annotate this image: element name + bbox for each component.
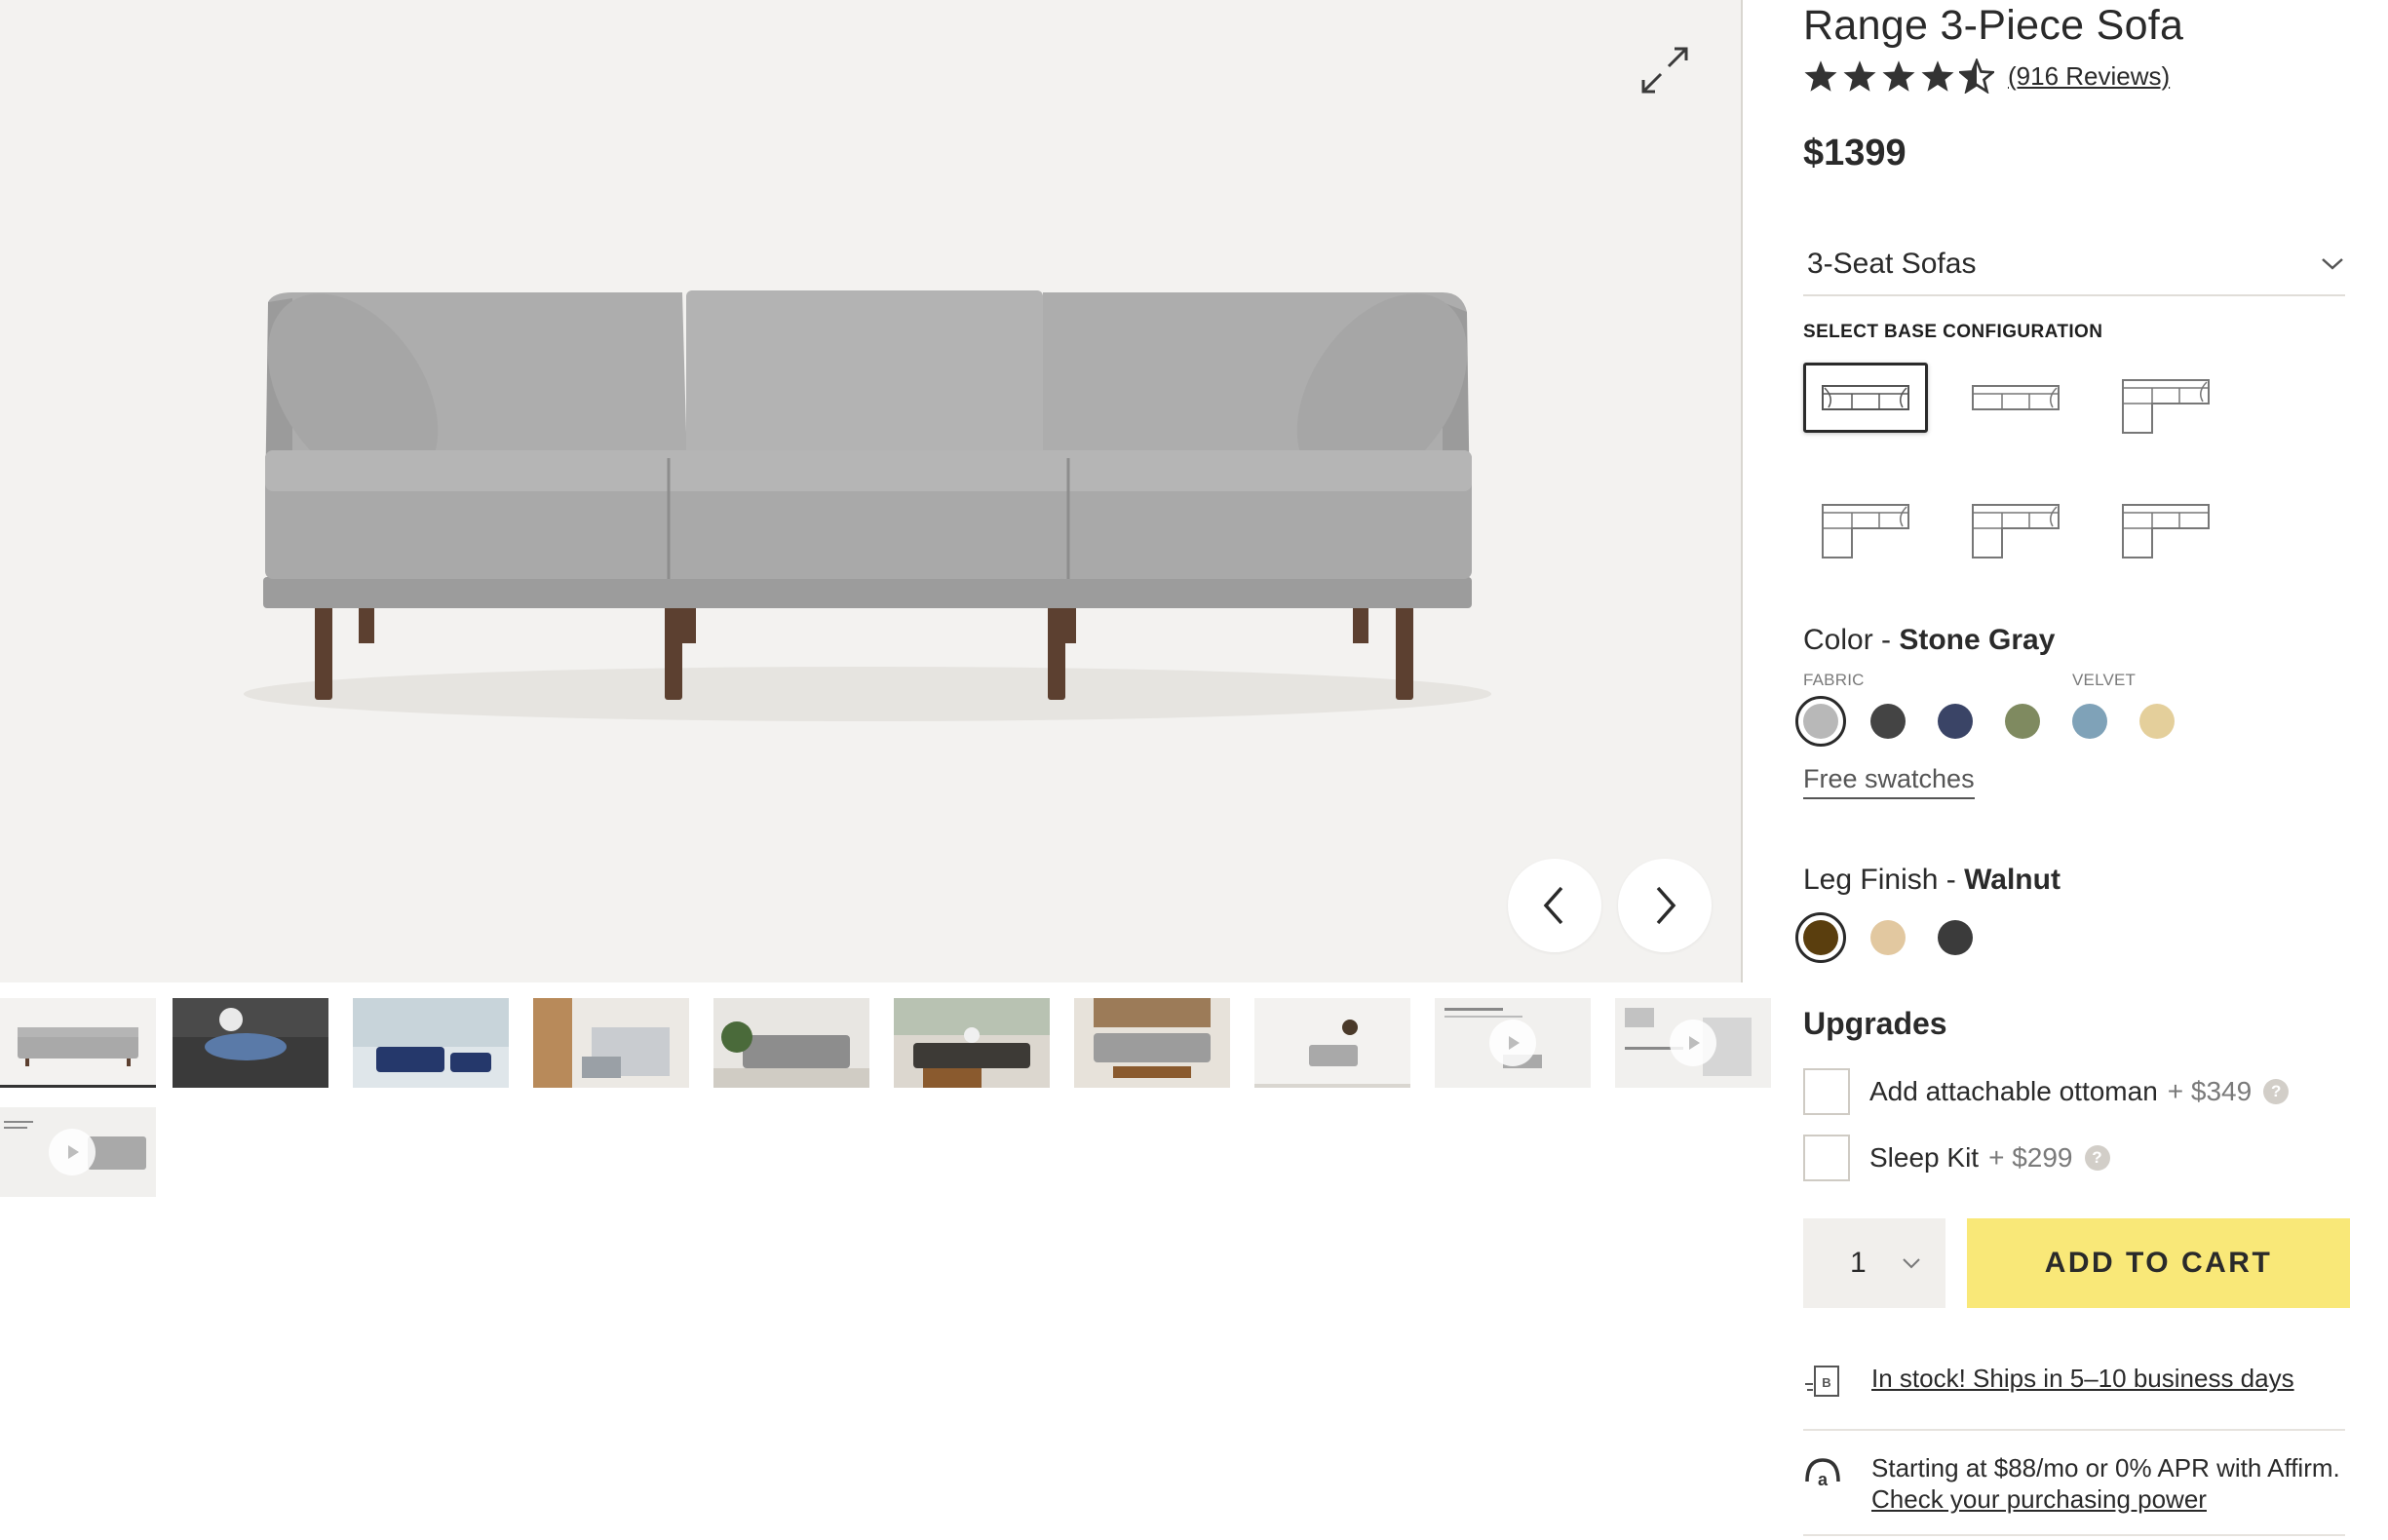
fabric-label: FABRIC: [1803, 671, 1865, 689]
thumbnail-5[interactable]: [713, 998, 869, 1088]
financing-info: a Starting at $88/mo or 0% APR with Affi…: [1803, 1452, 2345, 1515]
leg-swatch-oak[interactable]: [1870, 920, 1906, 955]
leg-finish-label-prefix: Leg Finish -: [1803, 864, 1965, 896]
star-half-icon: [1959, 58, 1994, 94]
chevron-left-icon: [1543, 886, 1563, 925]
star-icon: [1882, 60, 1915, 92]
thumbnail-4[interactable]: [533, 998, 689, 1088]
ottoman-checkbox[interactable]: [1803, 1068, 1850, 1115]
thumbnail-2[interactable]: [173, 998, 328, 1088]
gallery-divider: [1741, 0, 1743, 982]
sectional-config-icon: [1822, 504, 1909, 558]
purchasing-power-link[interactable]: Check your purchasing power: [1871, 1483, 2340, 1515]
config-option-sectional-1[interactable]: [2103, 363, 2228, 450]
shipping-info: B In stock! Ships in 5–10 business days: [1803, 1363, 2345, 1406]
thumbnail-1[interactable]: [0, 998, 156, 1088]
divider: [1803, 1429, 2345, 1431]
upgrade-name: Sleep Kit: [1869, 1142, 1980, 1173]
previous-image-button[interactable]: [1508, 859, 1601, 952]
play-icon: [1670, 1020, 1716, 1066]
upgrades-title: Upgrades: [1803, 1006, 1947, 1041]
product-title: Range 3-Piece Sofa: [1803, 2, 2184, 49]
config-option-sectional-3[interactable]: [1953, 487, 2078, 575]
shipping-link[interactable]: In stock! Ships in 5–10 business days: [1871, 1363, 2294, 1406]
thumbnail-8[interactable]: [1254, 998, 1410, 1088]
star-icon: [1843, 60, 1876, 92]
chevron-right-icon: [1656, 886, 1676, 925]
product-rating: (916 Reviews): [1803, 55, 2170, 97]
reviews-link[interactable]: (916 Reviews): [2008, 61, 2170, 92]
affirm-icon: a: [1803, 1452, 1846, 1515]
financing-text-block: Starting at $88/mo or 0% APR with Affirm…: [1871, 1452, 2340, 1515]
thumbnail-6[interactable]: [894, 998, 1050, 1088]
color-swatch-stone-gray[interactable]: [1795, 696, 1846, 747]
thumbnail-3[interactable]: [353, 998, 509, 1088]
quantity-select[interactable]: 1: [1803, 1218, 1945, 1308]
product-hero-image[interactable]: [0, 0, 1741, 982]
sectional-config-icon: [1972, 504, 2060, 558]
color-swatch-velvet-sand[interactable]: [2139, 704, 2175, 739]
star-icon: [1921, 60, 1954, 92]
star-icon: [1804, 60, 1837, 92]
add-to-cart-button[interactable]: ADD TO CART: [1967, 1218, 2350, 1308]
financing-text: Starting at $88/mo or 0% APR with Affirm…: [1871, 1453, 2340, 1482]
thumbnail-video-1[interactable]: [1435, 998, 1591, 1088]
upgrade-sleep-kit: Sleep Kit + $299 ?: [1803, 1135, 2110, 1181]
leg-finish-value: Walnut: [1964, 864, 2061, 896]
color-label-prefix: Color -: [1803, 624, 1900, 656]
color-label: Color - Stone Gray: [1803, 624, 2055, 657]
base-configuration-label: SELECT BASE CONFIGURATION: [1803, 322, 2103, 342]
help-icon[interactable]: ?: [2263, 1079, 2290, 1104]
upgrade-price: + $349: [2167, 1076, 2253, 1106]
chevron-down-icon: [1903, 1258, 1920, 1269]
sectional-config-icon: [2122, 504, 2210, 558]
leg-finish-label: Leg Finish - Walnut: [1803, 864, 2061, 897]
thumbnail-7[interactable]: [1074, 998, 1230, 1088]
chevron-down-icon: [2322, 258, 2343, 270]
shipping-box-icon: B: [1803, 1363, 1846, 1406]
sleep-kit-checkbox[interactable]: [1803, 1135, 1850, 1181]
upgrade-name: Add attachable ottoman: [1869, 1076, 2158, 1106]
color-swatch-olive[interactable]: [2005, 704, 2040, 739]
svg-text:a: a: [1818, 1470, 1829, 1489]
sectional-config-icon: [2122, 379, 2210, 434]
config-option-sofa[interactable]: [1803, 363, 1928, 433]
help-icon[interactable]: ?: [2084, 1145, 2110, 1171]
sofa-config-icon: [1972, 385, 2060, 410]
thumbnail-video-3[interactable]: [0, 1107, 156, 1197]
sofa-image: [244, 290, 1491, 721]
product-price: $1399: [1803, 133, 1907, 173]
category-dropdown[interactable]: 3-Seat Sofas: [1803, 234, 2345, 296]
play-icon: [49, 1129, 96, 1175]
star-rating: [1803, 58, 1994, 94]
velvet-label: VELVET: [2072, 671, 2137, 689]
free-swatches-link[interactable]: Free swatches: [1803, 764, 1975, 799]
product-details-panel: Range 3-Piece Sofa (916 Reviews) $1399 3…: [1795, 0, 2350, 1540]
color-swatch-velvet-blue[interactable]: [2072, 704, 2107, 739]
expand-icon[interactable]: [1637, 43, 1692, 97]
next-image-button[interactable]: [1618, 859, 1712, 952]
config-option-sectional-4[interactable]: [2103, 487, 2228, 575]
config-option-sectional-2[interactable]: [1803, 487, 1928, 575]
quantity-value: 1: [1850, 1247, 1867, 1279]
color-swatch-navy[interactable]: [1938, 704, 1973, 739]
svg-text:B: B: [1822, 1375, 1830, 1390]
sofa-config-icon: [1822, 385, 1909, 410]
thumbnail-video-2[interactable]: [1615, 998, 1771, 1088]
upgrade-ottoman: Add attachable ottoman + $349 ?: [1803, 1068, 2290, 1115]
divider: [1803, 1534, 2345, 1536]
leg-swatch-walnut[interactable]: [1795, 912, 1846, 963]
upgrade-price: + $299: [1988, 1142, 2073, 1173]
leg-swatch-black[interactable]: [1938, 920, 1973, 955]
category-dropdown-value: 3-Seat Sofas: [1807, 248, 1977, 280]
color-swatch-charcoal[interactable]: [1870, 704, 1906, 739]
thumbnail-strip: [0, 998, 1771, 1197]
config-option-sofa-variant[interactable]: [1953, 363, 2078, 433]
play-icon: [1489, 1020, 1536, 1066]
color-value: Stone Gray: [1899, 624, 2056, 656]
